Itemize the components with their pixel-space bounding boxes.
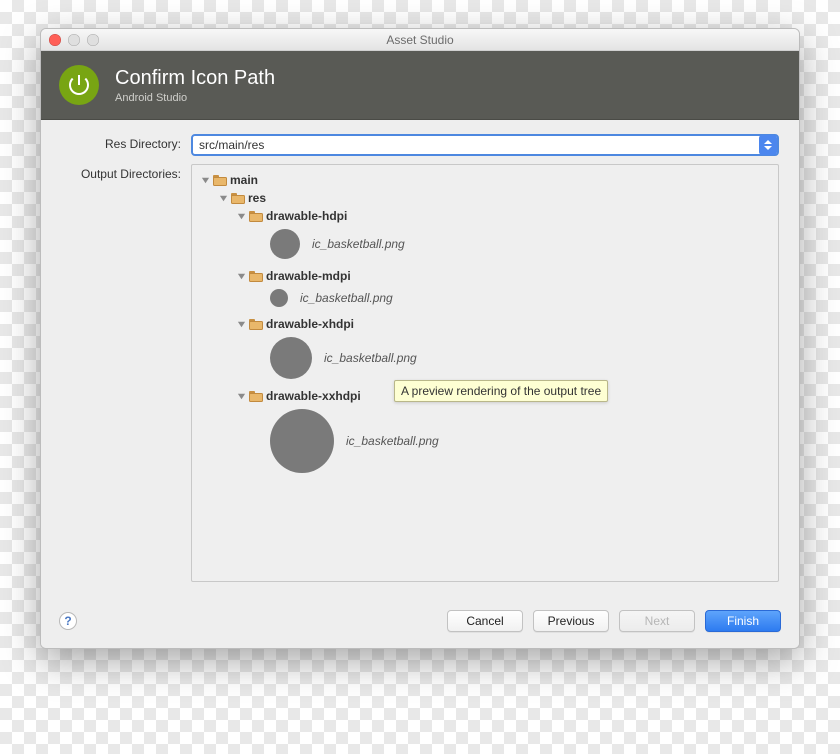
dialog-header: Confirm Icon Path Android Studio <box>41 51 799 120</box>
tree-leaf-icon-file[interactable]: ic_basketball.png <box>270 337 770 379</box>
chevron-down-icon[interactable] <box>200 175 210 185</box>
folder-icon <box>231 193 245 204</box>
output-tree: main res dra <box>200 171 770 473</box>
window-title: Asset Studio <box>41 33 799 47</box>
android-studio-icon <box>59 65 99 105</box>
tree-leaf-icon-file[interactable]: ic_basketball.png <box>270 409 770 473</box>
tree-node-label: drawable-xxhdpi <box>266 389 361 403</box>
res-directory-row: Res Directory: src/main/res <box>61 134 779 156</box>
chevron-updown-icon <box>759 135 777 155</box>
res-directory-value: src/main/res <box>199 138 264 152</box>
icon-preview <box>270 409 334 473</box>
chevron-down-icon[interactable] <box>236 271 246 281</box>
cancel-button[interactable]: Cancel <box>447 610 523 632</box>
next-button: Next <box>619 610 695 632</box>
tree-node-density[interactable]: drawable-hdpi ic_basketball.png <box>236 207 770 259</box>
icon-preview <box>270 289 288 307</box>
folder-icon <box>249 271 263 282</box>
folder-icon <box>213 175 227 186</box>
icon-preview <box>270 337 312 379</box>
help-button[interactable]: ? <box>59 612 77 630</box>
dialog-window: Asset Studio Confirm Icon Path Android S… <box>40 28 800 649</box>
tree-node-density[interactable]: drawable-xhdpi ic_basketball.png <box>236 315 770 379</box>
dialog-subtitle: Android Studio <box>115 92 275 104</box>
tree-leaf-icon-file[interactable]: ic_basketball.png <box>270 229 770 259</box>
chevron-down-icon[interactable] <box>218 193 228 203</box>
tree-node-label: drawable-xhdpi <box>266 317 354 331</box>
header-text: Confirm Icon Path Android Studio <box>115 67 275 104</box>
previous-button[interactable]: Previous <box>533 610 609 632</box>
output-directories-row: Output Directories: main <box>61 164 779 582</box>
output-tree-panel: main res dra <box>191 164 779 582</box>
chevron-down-icon[interactable] <box>236 391 246 401</box>
res-directory-label: Res Directory: <box>61 134 181 156</box>
tree-node-label: res <box>248 191 266 205</box>
res-directory-select[interactable]: src/main/res <box>191 134 779 156</box>
dialog-title: Confirm Icon Path <box>115 67 275 90</box>
finish-button[interactable]: Finish <box>705 610 781 632</box>
chevron-down-icon[interactable] <box>236 319 246 329</box>
dialog-footer: ? Cancel Previous Next Finish <box>41 600 799 648</box>
titlebar[interactable]: Asset Studio <box>41 29 799 51</box>
icon-preview <box>270 229 300 259</box>
tree-node-label: drawable-hdpi <box>266 209 347 223</box>
folder-icon <box>249 211 263 222</box>
file-name: ic_basketball.png <box>300 291 393 305</box>
folder-icon <box>249 319 263 330</box>
tree-leaf-icon-file[interactable]: ic_basketball.png <box>270 289 770 307</box>
button-bar: Cancel Previous Next Finish <box>447 610 781 632</box>
file-name: ic_basketball.png <box>324 351 417 365</box>
file-name: ic_basketball.png <box>346 434 439 448</box>
preview-tooltip: A preview rendering of the output tree <box>394 380 608 402</box>
tree-node-res[interactable]: res drawable-hdpiic_basketball.pngdrawab… <box>218 189 770 473</box>
folder-icon <box>249 391 263 402</box>
tree-node-label: main <box>230 173 258 187</box>
chevron-down-icon[interactable] <box>236 211 246 221</box>
dialog-content: Res Directory: src/main/res Output Direc… <box>41 120 799 600</box>
file-name: ic_basketball.png <box>312 237 405 251</box>
output-directories-label: Output Directories: <box>61 164 181 582</box>
tree-node-density[interactable]: drawable-mdpi ic_basketball.png <box>236 267 770 307</box>
tree-node-main[interactable]: main res dra <box>200 171 770 473</box>
tree-node-label: drawable-mdpi <box>266 269 351 283</box>
